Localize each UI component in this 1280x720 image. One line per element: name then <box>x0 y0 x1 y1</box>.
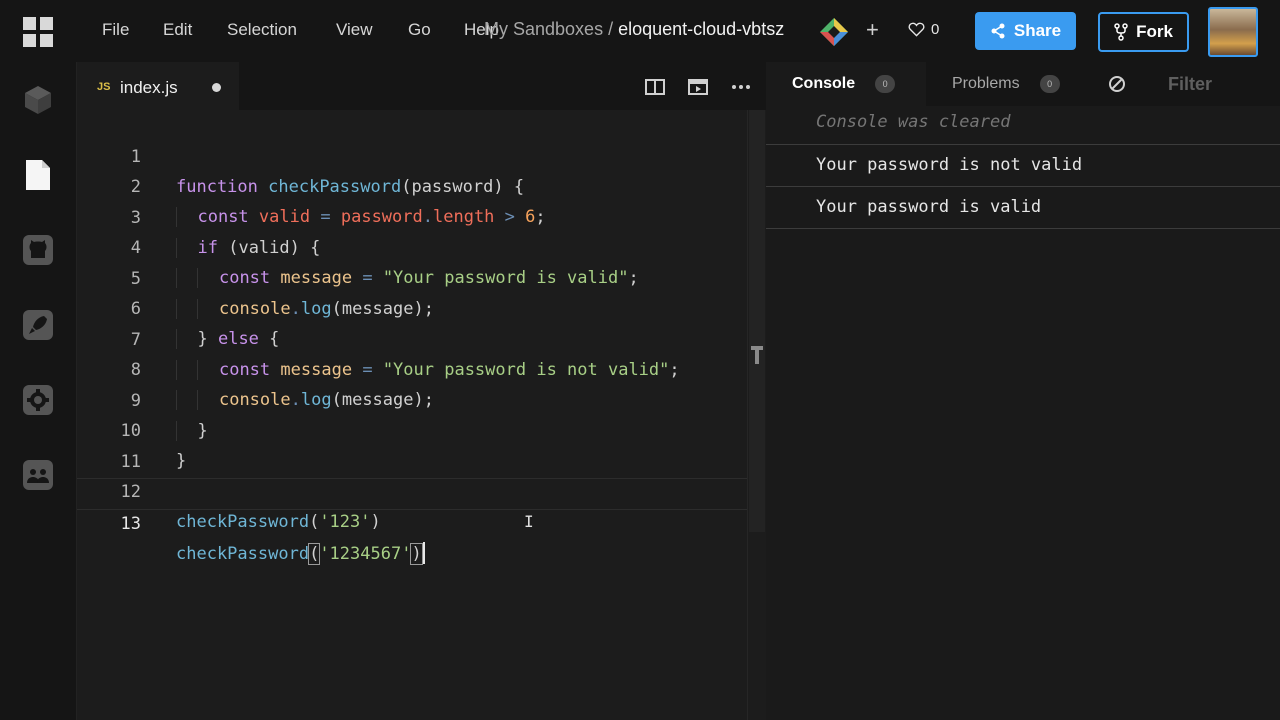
more-options-icon[interactable] <box>730 76 752 98</box>
tab-problems[interactable]: Problems 0 <box>952 62 1060 106</box>
breadcrumb: My Sandboxes / eloquent-cloud-vbtsz <box>484 19 784 40</box>
fork-button[interactable]: Fork <box>1098 12 1189 52</box>
clear-console-button[interactable] <box>1108 62 1126 106</box>
template-icon[interactable] <box>818 16 850 48</box>
menu-go[interactable]: Go <box>408 20 431 40</box>
split-editor-icon[interactable] <box>644 76 666 98</box>
fork-label: Fork <box>1136 22 1173 41</box>
console-filter-input[interactable]: Filter <box>1142 62 1272 106</box>
breadcrumb-separator: / <box>608 19 614 39</box>
text-caret <box>422 542 425 564</box>
console-count-badge: 0 <box>875 75 896 93</box>
deploy-icon[interactable] <box>22 309 54 341</box>
editor-scrollbar-thumb[interactable] <box>749 110 765 532</box>
menu-selection[interactable]: Selection <box>227 20 297 40</box>
editor-tab-bar: JS index.js <box>77 62 765 112</box>
code-line[interactable]: 11 <box>77 417 765 472</box>
plus-icon[interactable]: + <box>866 17 879 43</box>
preview-icon[interactable] <box>687 76 709 98</box>
menu-edit[interactable]: Edit <box>163 20 192 40</box>
text-cursor-icon: I <box>524 512 534 531</box>
like-button[interactable]: 0 <box>908 21 939 38</box>
line-number: 13 <box>120 514 141 534</box>
code-line[interactable]: 3 if (valid) { <box>77 173 765 258</box>
code-line[interactable]: 10 } <box>77 386 765 471</box>
heart-icon <box>908 22 925 37</box>
scroll-position-marker <box>755 350 759 364</box>
code-editor[interactable]: 1 function checkPassword(password) { 2 c… <box>77 110 765 720</box>
menu-view[interactable]: View <box>336 20 373 40</box>
sandbox-info-icon[interactable] <box>22 84 54 116</box>
console-tab-bar: Console 0 Problems 0 Filter <box>766 62 1280 106</box>
js-file-icon: JS <box>97 81 111 93</box>
problems-count-badge: 0 <box>1039 75 1060 93</box>
avatar[interactable] <box>1208 7 1258 57</box>
code-line[interactable]: 9 } <box>77 356 765 441</box>
code-line[interactable]: 8 console.log(message); <box>77 325 765 410</box>
menu-file[interactable]: File <box>102 20 129 40</box>
tab-console[interactable]: Console 0 <box>766 62 926 106</box>
console-panel: Console 0 Problems 0 Filter Console was cl… <box>766 62 1280 720</box>
settings-icon[interactable] <box>22 384 54 416</box>
tab-filename: index.js <box>120 78 178 97</box>
console-message-text: Your password is not valid <box>816 155 1083 175</box>
files-icon[interactable] <box>22 159 54 191</box>
code-line[interactable]: 7 const message = "Your password is not … <box>77 295 765 380</box>
share-label: Share <box>1013 21 1062 40</box>
live-icon[interactable] <box>22 459 54 491</box>
unsaved-indicator[interactable] <box>212 83 221 92</box>
code-line-current[interactable]: 13 checkPassword('1234567') <box>77 478 765 565</box>
tab-index-js[interactable]: JS index.js <box>77 62 239 112</box>
like-count: 0 <box>931 21 940 38</box>
top-bar: File Edit Selection View Go Help My Sand… <box>0 0 1280 62</box>
console-log-entry: Your password is valid <box>766 197 1280 229</box>
code-token: '123' <box>319 512 371 532</box>
breadcrumb-parent[interactable]: My Sandboxes <box>484 19 603 39</box>
code-line[interactable]: 2 const valid = password.length > 6; <box>77 142 765 227</box>
code-line[interactable]: 4 const message = "Your password is vali… <box>77 203 765 288</box>
github-icon[interactable] <box>22 234 54 266</box>
console-cleared-message: Console was cleared <box>766 112 1280 145</box>
code-line[interactable]: 5 console.log(message); <box>77 234 765 319</box>
console-log-entry: Your password is not valid <box>766 155 1280 187</box>
tab-problems-label: Problems <box>952 75 1020 92</box>
code-token: '1234567' <box>319 544 412 564</box>
activity-sidebar <box>0 62 77 720</box>
share-icon <box>991 23 1005 39</box>
fork-icon <box>1114 23 1128 41</box>
filter-placeholder: Filter <box>1168 73 1213 94</box>
codesandbox-logo-icon[interactable] <box>22 16 54 48</box>
code-line[interactable]: 1 function checkPassword(password) { <box>77 112 765 197</box>
sandbox-name[interactable]: eloquent-cloud-vbtsz <box>618 19 784 39</box>
tab-console-label: Console <box>792 75 856 92</box>
code-token: checkPassword <box>176 544 310 564</box>
console-message-text: Console was cleared <box>816 112 1011 132</box>
code-line[interactable]: 6 } else { <box>77 264 765 349</box>
console-message-text: Your password is valid <box>816 197 1042 217</box>
code-token: checkPassword <box>176 512 310 532</box>
share-button[interactable]: Share <box>975 12 1076 50</box>
clear-icon <box>1109 76 1125 92</box>
code-line[interactable]: 12 checkPassword('123') <box>77 447 765 532</box>
